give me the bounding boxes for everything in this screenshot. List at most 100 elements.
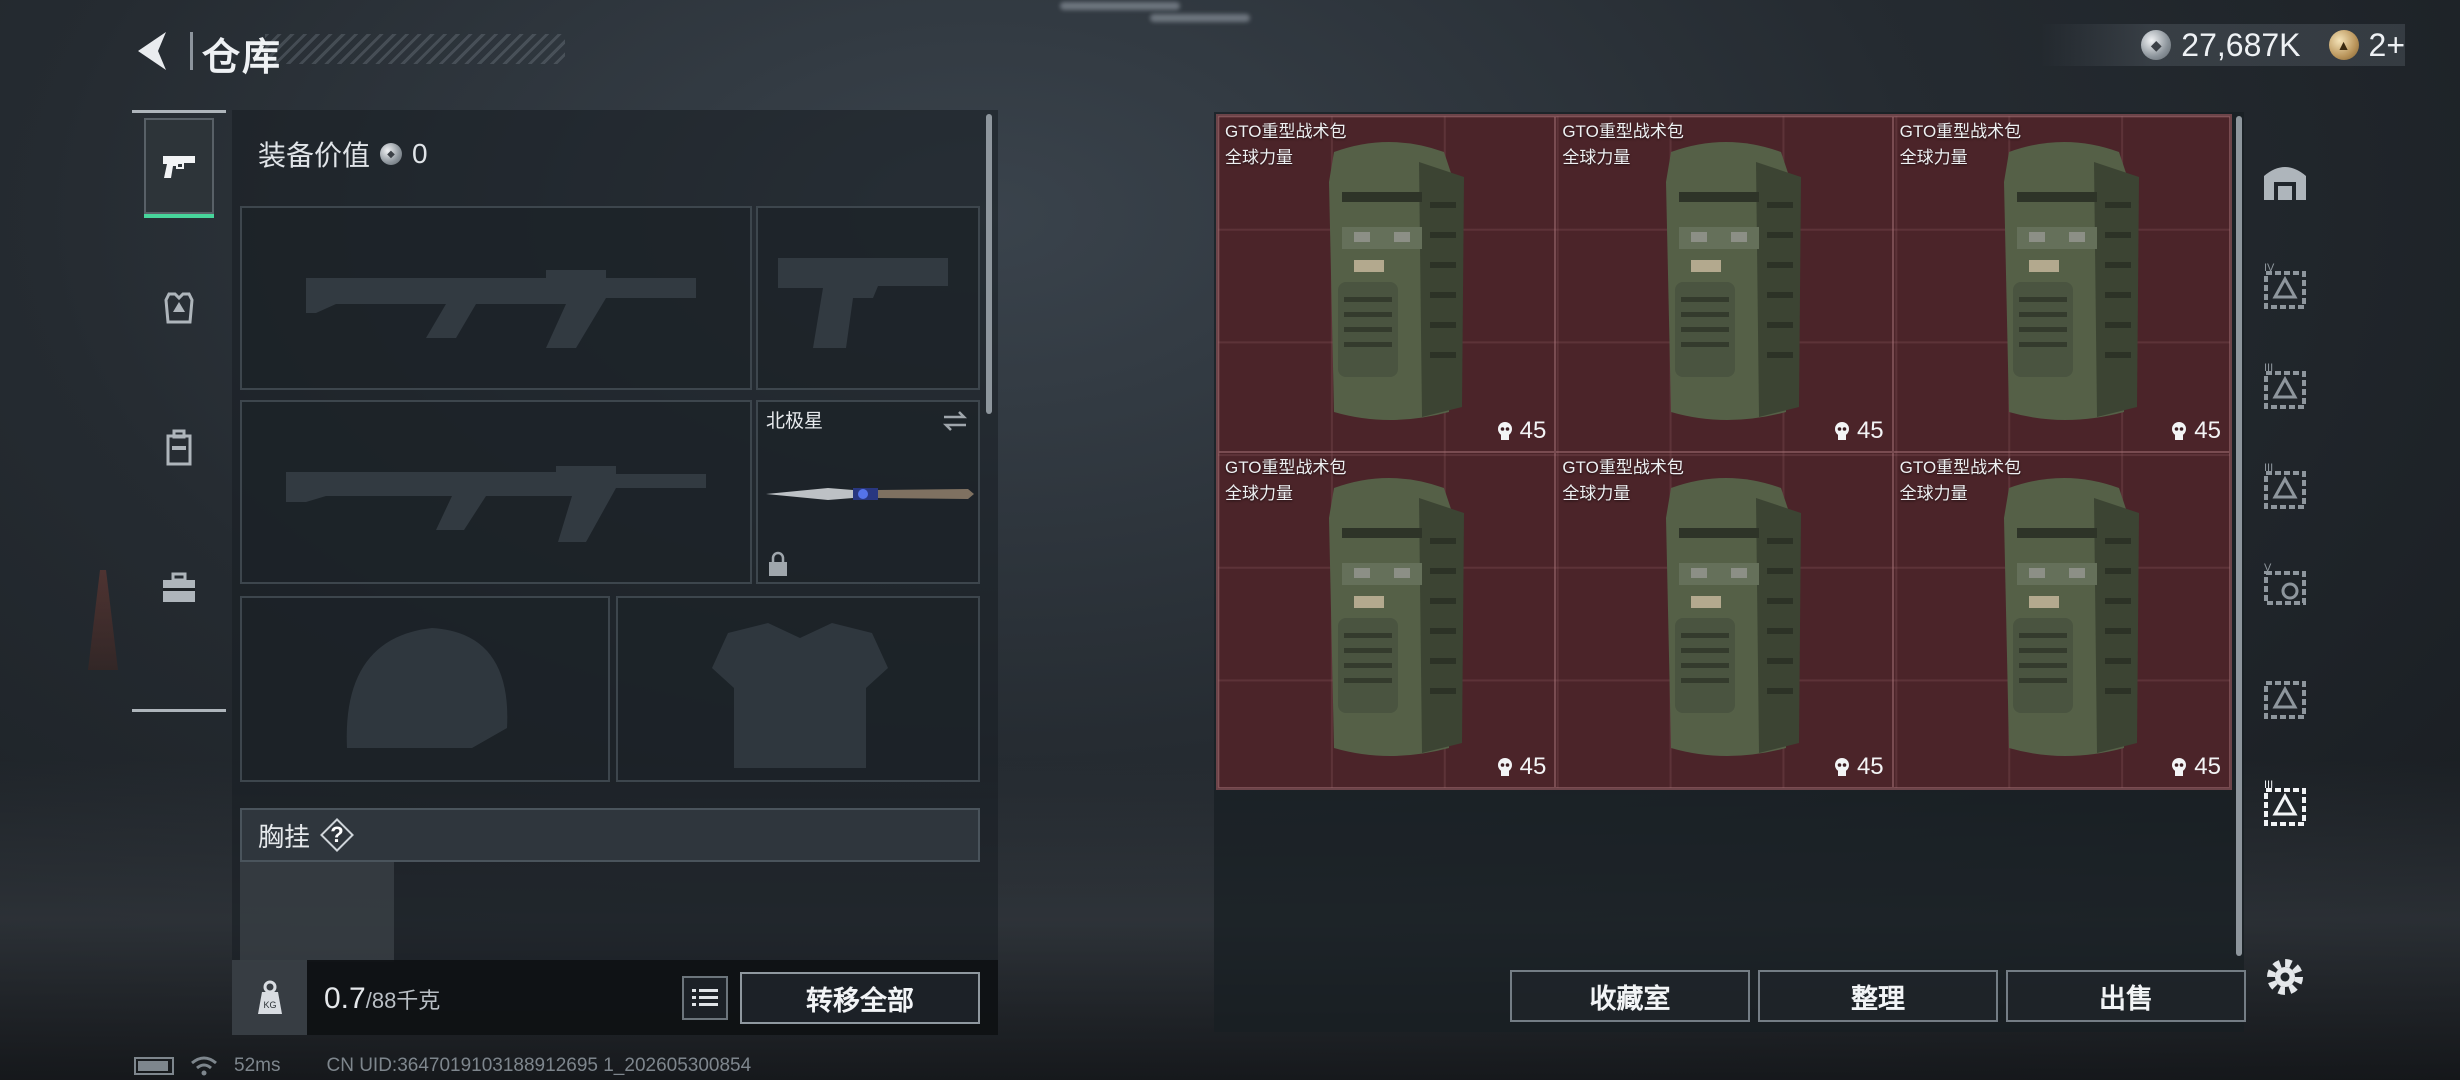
item-name: GTO重型战术包 [1562,458,1684,477]
storage-grid: GTO重型战术包 全球力量 45 GTO重型战术包 全球力量 45 GTO重型战术包 全球力量… [1216,114,2232,790]
left-category-nav [132,110,226,712]
storage-tab-tier-3-active[interactable]: III [2256,774,2314,836]
tactical-backpack-icon [1329,142,1464,420]
item-name: GTO重型战术包 [1225,122,1347,141]
item-faction: 全球力量 [1899,484,1968,503]
nav-top-line [132,110,226,113]
ping-text: 52ms [234,1055,281,1076]
vest-silhouette-icon [712,623,888,768]
storage-tab-plain[interactable] [2256,667,2314,729]
sidearm-slot[interactable] [756,206,980,390]
list-icon [692,989,718,1006]
garage-icon [2264,167,2306,200]
secondary-weapon-slot[interactable] [240,400,752,584]
capacity-value: 45 [1519,417,1547,444]
loadout-panel: 装备价值 ◆ 0 北极星 胸挂 ? KG 0.7/88千克 转移全部 [232,110,998,1035]
wifi-icon [191,1056,217,1076]
helmet-silhouette-icon [346,628,508,748]
storage-scrollbar[interactable] [2236,116,2242,956]
storage-tab-tier-5[interactable]: V [2256,557,2314,619]
container-icon: III [2264,362,2306,409]
silver-coin-icon: ◆ [2141,30,2172,60]
storage-item[interactable]: GTO重型战术包 全球力量 45 [1555,116,1893,452]
medkit-tab[interactable] [144,538,214,638]
storage-tab-main[interactable] [2256,150,2314,212]
back-button[interactable] [130,26,180,76]
item-name: GTO重型战术包 [1899,458,2022,477]
storage-item[interactable]: GTO重型战术包 全球力量 45 [1892,452,2230,788]
container-icon: III [2264,462,2306,509]
storage-item[interactable]: GTO重型战术包 全球力量 45 [1892,116,2230,452]
svg-text:V: V [2264,562,2272,574]
body-armor-slot[interactable] [616,596,980,782]
capacity-value: 45 [1856,417,1884,444]
lock-icon [769,551,787,576]
capacity-badge: 45 [1496,753,1546,781]
status-bar: 52ms CN UID:3647019103188912695 1_202605… [134,1055,751,1077]
currency-display: ◆ 27,687K ▲ 2+ [2041,24,2405,66]
backpack-icon [166,429,192,466]
capacity-icon [1497,758,1512,776]
header-divider [190,32,193,70]
storage-tab-tier-3b[interactable]: III [2256,457,2314,519]
capacity-badge: 45 [1833,417,1884,445]
tactical-backpack-icon [2003,142,2139,420]
capacity-badge: 45 [1833,753,1884,781]
capacity-badge: 45 [2170,753,2221,781]
loadout-scrollbar[interactable] [986,114,992,414]
sort-button[interactable]: 整理 [1758,970,1998,1022]
settings-button[interactable] [2256,946,2314,1008]
primary-weapon-slot[interactable] [240,206,752,390]
storage-tab-tier-4[interactable]: IV [2256,257,2314,319]
chest-rig-slot[interactable] [240,862,394,962]
svg-text:III: III [2264,362,2273,374]
traffic-cone [88,570,118,670]
knife-icon [766,488,974,500]
right-storage-tabs: IV III III V III [2250,112,2320,1032]
gold-currency-value[interactable]: 2+ [2369,27,2405,64]
weapons-tab[interactable] [144,118,214,218]
list-view-button[interactable] [682,976,728,1020]
equip-value: 0 [412,138,428,169]
armor-tab[interactable] [144,258,214,358]
help-icon[interactable]: ? [320,818,354,852]
sell-button[interactable]: 出售 [2006,970,2246,1022]
back-arrow-icon [138,32,166,70]
capacity-value: 45 [1856,753,1884,780]
pistol-icon [163,156,195,178]
capacity-value: 45 [2194,753,2221,780]
item-name: GTO重型战术包 [1899,122,2022,141]
melee-name: 北极星 [766,411,824,432]
helmet-slot[interactable] [240,596,610,782]
tactical-backpack-icon [1666,478,1802,756]
weight-readout: 0.7/88千克 [324,982,440,1016]
storage-item[interactable]: GTO重型战术包 全球力量 45 [1218,452,1556,788]
svg-text:III: III [2264,462,2273,474]
storage-tab-tier-3a[interactable]: III [2256,357,2314,419]
item-faction: 全球力量 [1225,484,1293,503]
collection-room-button[interactable]: 收藏室 [1510,970,1750,1022]
title-decoration [265,34,565,64]
container-icon: IV [2264,262,2306,309]
melee-slot[interactable]: 北极星 [756,400,980,584]
capacity-icon [1834,758,1849,776]
backpack-tab[interactable] [144,398,214,498]
storage-item[interactable]: GTO重型战术包 全球力量 45 [1218,116,1556,452]
battery-icon [134,1057,174,1075]
svg-text:KG: KG [263,1000,276,1010]
weight-bar: KG 0.7/88千克 转移全部 [232,960,998,1035]
capacity-badge: 45 [2170,417,2221,445]
storage-item[interactable]: GTO重型战术包 全球力量 45 [1555,452,1893,788]
swap-icon[interactable] [940,406,970,436]
item-faction: 全球力量 [1562,484,1631,503]
item-faction: 全球力量 [1562,148,1631,167]
gear-icon [2267,959,2303,995]
armor-icon [164,292,194,324]
capacity-icon [1834,422,1849,440]
container-icon [2264,681,2306,719]
medkit-icon [163,572,195,602]
transfer-all-button[interactable]: 转移全部 [740,972,980,1024]
page-title: 仓库 [202,37,283,79]
storage-panel: GTO重型战术包 全球力量 45 GTO重型战术包 全球力量 45 GTO重型战术包 全球力量… [1214,112,2246,1032]
weight-icon: KG [232,960,307,1035]
